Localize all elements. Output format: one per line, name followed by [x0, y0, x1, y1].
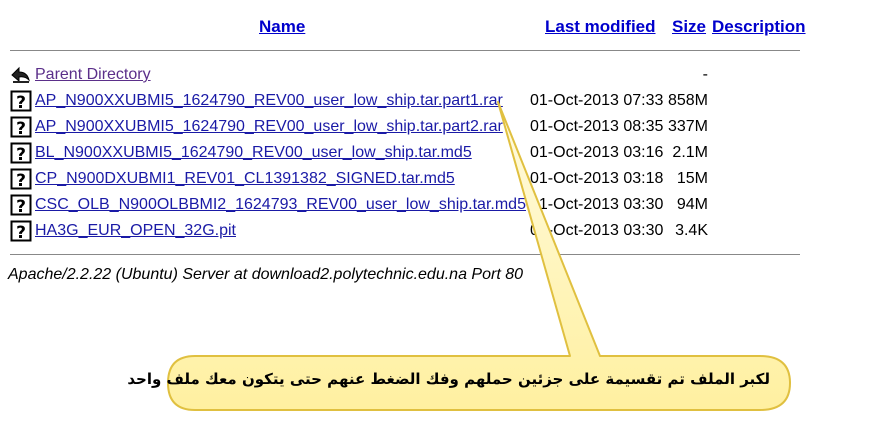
callout-text: لكبر الملف تم تقسيمة على جزئين حملهم وفك…	[127, 370, 770, 388]
callout-shape	[167, 101, 791, 411]
